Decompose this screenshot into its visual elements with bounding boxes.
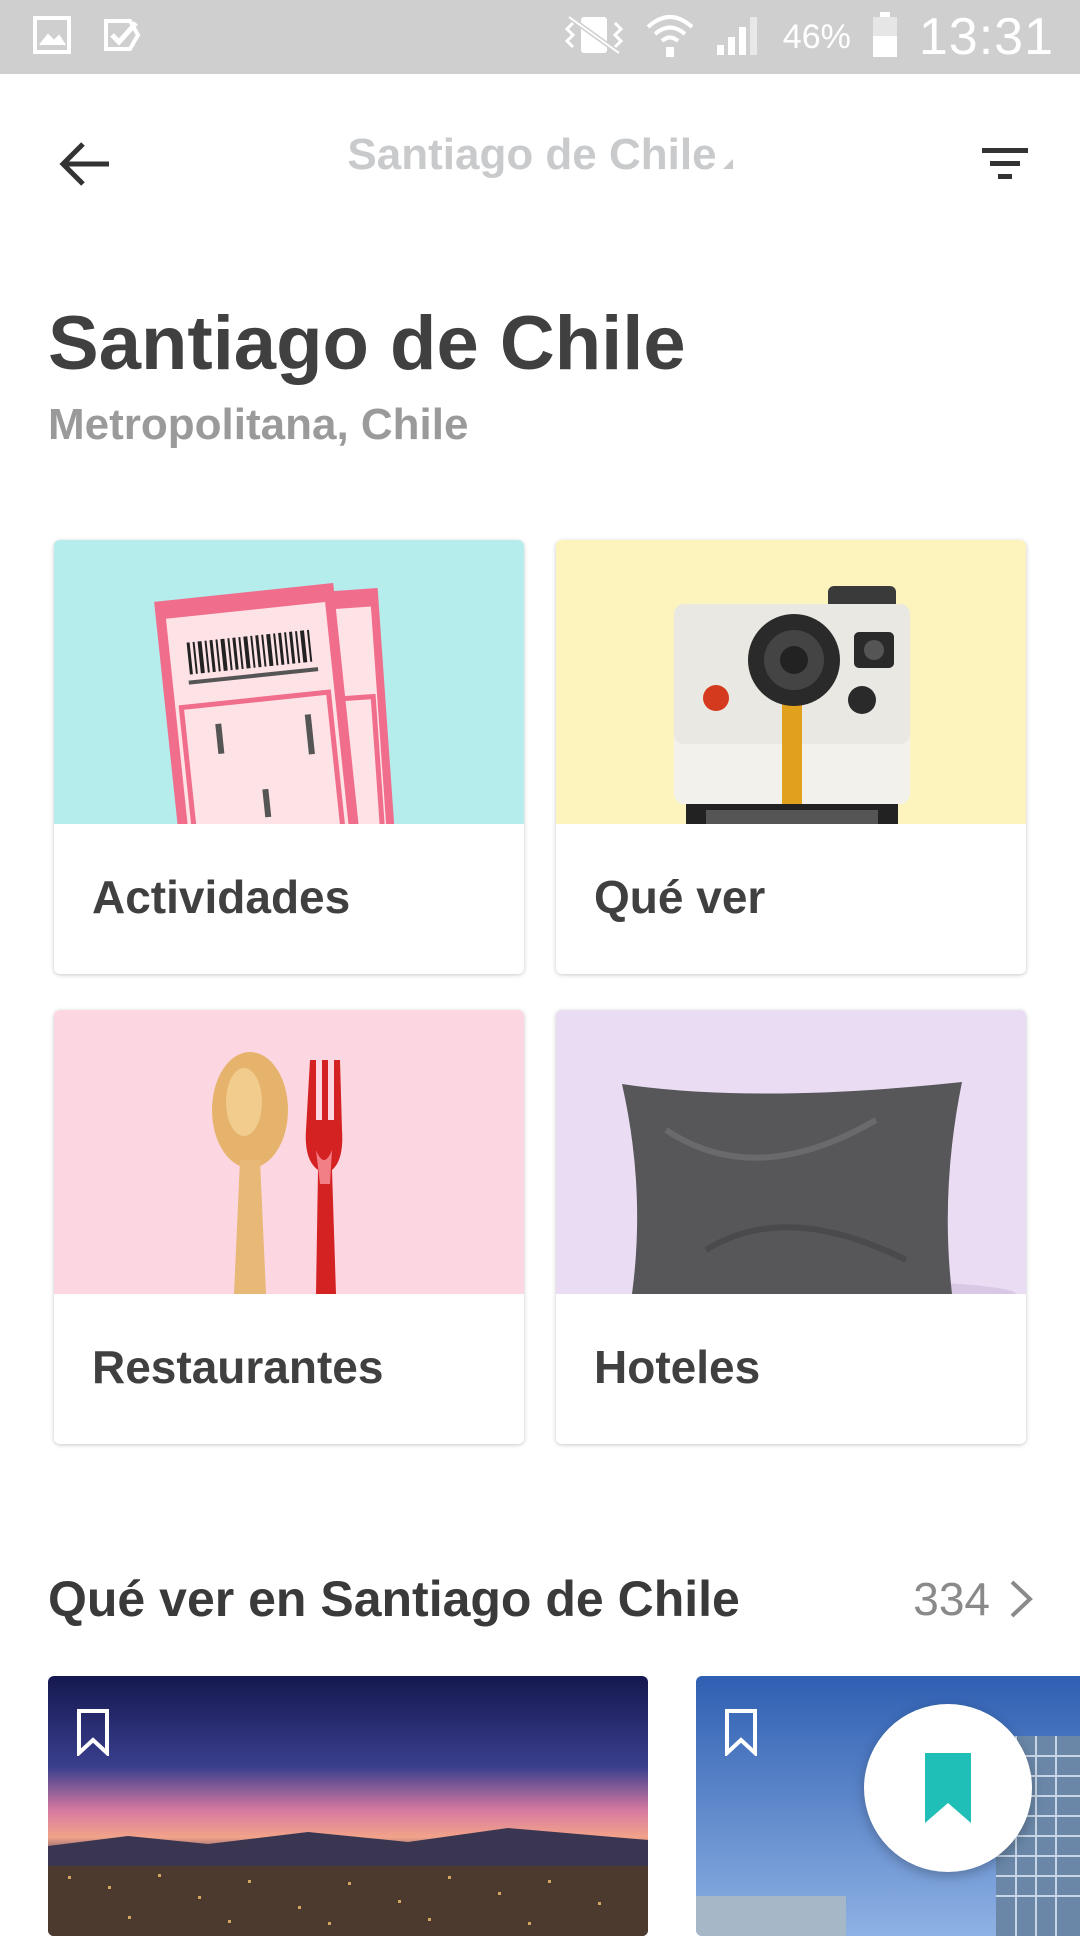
category-card-hoteles[interactable]: Hoteles — [556, 1010, 1026, 1444]
caret-icon — [722, 159, 733, 169]
saved-bookmarks-fab[interactable] — [864, 1704, 1032, 1872]
section-title: Qué ver en Santiago de Chile — [48, 1571, 740, 1627]
gallery-icon — [32, 15, 72, 60]
category-card-actividades[interactable]: Actividades — [54, 540, 524, 974]
category-label: Hoteles — [594, 1341, 761, 1393]
pillow-image — [556, 1010, 1026, 1294]
category-card-que-ver[interactable]: Qué ver — [556, 540, 1026, 974]
tickets-image — [54, 540, 524, 824]
vibrate-icon — [563, 13, 625, 62]
battery-percent: 46% — [782, 17, 851, 56]
see-all-button[interactable]: 334 — [913, 1572, 1034, 1626]
status-bar: 46% 13:31 — [0, 0, 1080, 74]
battery-icon — [871, 11, 899, 63]
spoon-fork-image — [54, 1010, 524, 1294]
category-label: Restaurantes — [92, 1341, 384, 1393]
app-bar-title[interactable]: Santiago de Chile — [0, 130, 1080, 180]
page-subtitle: Metropolitana, Chile — [48, 400, 469, 449]
category-label: Qué ver — [594, 871, 766, 923]
bookmark-outline-icon[interactable] — [724, 1708, 758, 1756]
category-label: Actividades — [92, 871, 351, 923]
section-count: 334 — [913, 1573, 990, 1625]
wifi-icon — [645, 11, 695, 64]
chevron-right-icon — [1010, 1580, 1033, 1618]
camera-image — [556, 540, 1026, 824]
signal-icon — [715, 13, 763, 62]
app-bar-title-text: Santiago de Chile — [347, 130, 717, 179]
place-card[interactable] — [48, 1676, 648, 1936]
category-card-restaurantes[interactable]: Restaurantes — [54, 1010, 524, 1444]
bookmark-icon — [925, 1753, 971, 1823]
filter-button[interactable] — [970, 129, 1040, 199]
page-title: Santiago de Chile — [48, 301, 686, 386]
app-bar: Santiago de Chile — [0, 74, 1080, 244]
clock: 13:31 — [918, 8, 1054, 66]
bookmark-outline-icon[interactable] — [76, 1708, 110, 1756]
filter-icon — [982, 148, 1028, 179]
city-night-image — [48, 1676, 648, 1936]
check-notification-icon — [102, 15, 142, 60]
